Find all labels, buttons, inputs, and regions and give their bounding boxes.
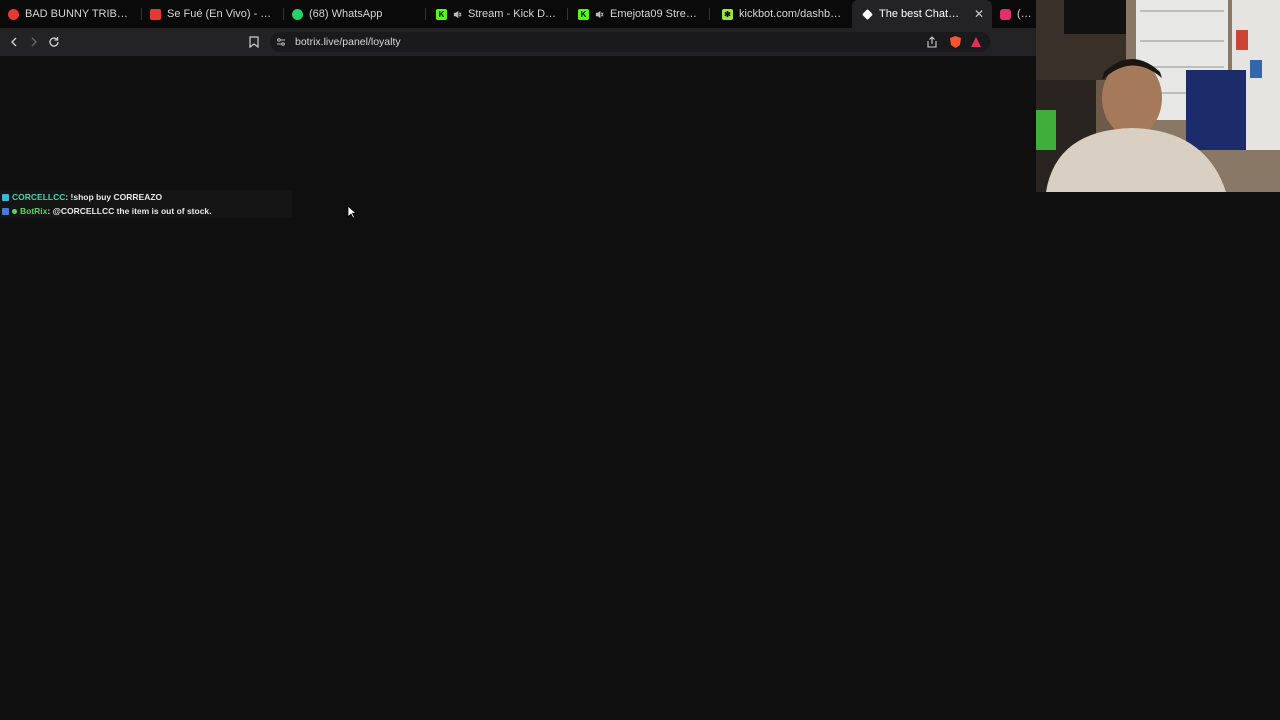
url-text: botrix.live/panel/loyalty bbox=[295, 36, 401, 48]
tab-botrix-active[interactable]: The best ChatBot and Wid ✕ bbox=[852, 0, 992, 28]
tab-kick-dashboard[interactable]: K Stream - Kick Dashboard bbox=[426, 0, 568, 28]
tab-title: Se Fué (En Vivo) - YouTube bbox=[167, 8, 276, 20]
share-icon[interactable] bbox=[926, 36, 938, 48]
tab-emejota-stream[interactable]: K Emejota09 Stream - Watch bbox=[568, 0, 710, 28]
tab-bad-bunny[interactable]: BAD BUNNY TRIBUTE SESSION bbox=[0, 0, 142, 28]
bookmark-icon[interactable] bbox=[244, 32, 264, 52]
tab-title: kickbot.com/dashboard/tts/vo bbox=[739, 8, 844, 20]
close-icon[interactable]: ✕ bbox=[974, 7, 984, 21]
chat-text: : @CORCELLCC the item is out of stock. bbox=[47, 206, 212, 216]
address-bar[interactable]: botrix.live/panel/loyalty bbox=[270, 32, 990, 52]
chat-text: : !shop buy CORREAZO bbox=[65, 192, 163, 202]
instagram-icon bbox=[1000, 8, 1011, 20]
tab-instagram[interactable]: (1) I bbox=[992, 0, 1040, 28]
tab-title: The best ChatBot and Wid bbox=[879, 8, 966, 20]
muted-speaker-icon bbox=[595, 10, 604, 18]
chat-message: BotRix : @CORCELLCC the item is out of s… bbox=[0, 204, 292, 218]
tab-title: Stream - Kick Dashboard bbox=[468, 8, 560, 20]
webcam-feed-image bbox=[1036, 0, 1280, 192]
tab-strip: BAD BUNNY TRIBUTE SESSION Se Fué (En Viv… bbox=[0, 0, 1040, 28]
tab-title: (68) WhatsApp bbox=[309, 8, 383, 20]
chat-overlay: CORCELLCC : !shop buy CORREAZO BotRix : … bbox=[0, 190, 292, 218]
tab-kickbot[interactable]: ✱ kickbot.com/dashboard/tts/vo bbox=[710, 0, 852, 28]
site-settings-icon[interactable] bbox=[276, 37, 286, 47]
kick-icon: K bbox=[436, 8, 447, 20]
mouse-cursor-icon bbox=[347, 205, 357, 219]
youtube-icon bbox=[8, 8, 19, 20]
tab-title: BAD BUNNY TRIBUTE SESSION bbox=[25, 8, 134, 20]
tab-se-fue[interactable]: Se Fué (En Vivo) - YouTube bbox=[142, 0, 284, 28]
chat-username: BotRix bbox=[20, 206, 48, 216]
muted-speaker-icon bbox=[453, 10, 462, 18]
page-content bbox=[0, 56, 1040, 720]
brave-shields-icon[interactable] bbox=[949, 35, 962, 49]
chat-message: CORCELLCC : !shop buy CORREAZO bbox=[0, 190, 292, 204]
tab-whatsapp[interactable]: (68) WhatsApp bbox=[284, 0, 426, 28]
user-badge-icon bbox=[2, 193, 9, 201]
kickbot-icon: ✱ bbox=[722, 8, 733, 20]
chat-username: CORCELLCC bbox=[12, 192, 66, 202]
botrix-icon bbox=[862, 8, 873, 20]
bot-badge-icon bbox=[2, 207, 9, 215]
reload-icon[interactable] bbox=[44, 32, 64, 52]
kick-icon: K bbox=[578, 8, 589, 20]
tab-title: Emejota09 Stream - Watch bbox=[610, 8, 702, 20]
youtube-icon bbox=[150, 8, 161, 20]
forward-icon[interactable] bbox=[24, 32, 44, 52]
tab-title: (1) I bbox=[1017, 8, 1032, 20]
webcam-overlay bbox=[1036, 0, 1280, 192]
verified-badge-icon bbox=[12, 208, 17, 214]
back-icon[interactable] bbox=[4, 32, 24, 52]
whatsapp-icon bbox=[292, 8, 303, 20]
brave-rewards-icon[interactable] bbox=[970, 36, 982, 48]
